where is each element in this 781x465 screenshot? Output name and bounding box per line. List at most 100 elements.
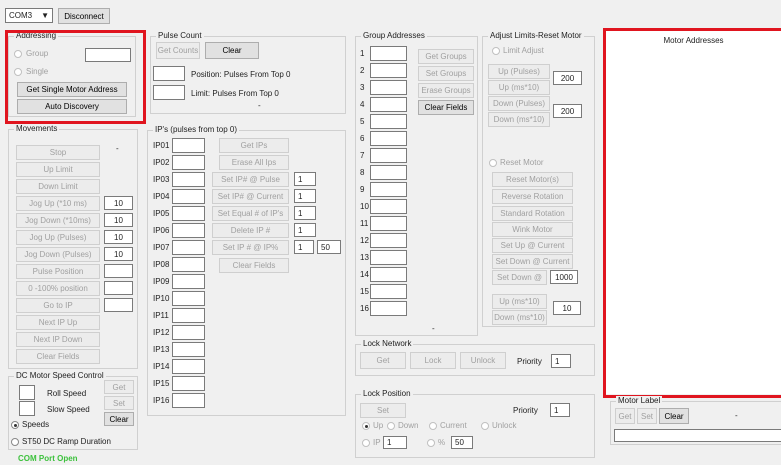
set-equal-ips-field[interactable]: 1 <box>294 206 316 220</box>
group-address-field[interactable] <box>370 63 407 78</box>
set-equal-ips-button[interactable]: Set Equal # of IP's <box>212 206 289 221</box>
group-address-field[interactable] <box>370 267 407 282</box>
ip-field[interactable] <box>172 393 205 408</box>
dc-clear-button[interactable]: Clear <box>104 412 134 426</box>
motor-label-get-button[interactable]: Get <box>615 408 635 424</box>
set-up-current-button[interactable]: Set Up @ Current <box>492 238 573 253</box>
pulse-count-clear-button[interactable]: Clear <box>205 42 259 59</box>
ip-field[interactable] <box>172 172 205 187</box>
go-to-ip-field[interactable] <box>104 298 133 312</box>
down-limit-field[interactable]: 200 <box>553 104 582 118</box>
lock-network-priority-field[interactable]: 1 <box>551 354 571 368</box>
ip-field[interactable] <box>172 240 205 255</box>
slow-speed-field[interactable] <box>19 401 35 416</box>
go-to-ip-button[interactable]: Go to IP <box>16 298 100 313</box>
group-address-field[interactable] <box>370 233 407 248</box>
ramp-duration-radio[interactable] <box>11 438 19 446</box>
lock-current-radio[interactable] <box>429 422 437 430</box>
group-address-field[interactable] <box>370 182 407 197</box>
limit-field[interactable] <box>153 85 185 100</box>
group-address-field[interactable] <box>370 216 407 231</box>
lock-pct-field[interactable]: 50 <box>451 436 473 449</box>
group-address-field[interactable] <box>370 114 407 129</box>
ip-field[interactable] <box>172 223 205 238</box>
up-limit-field[interactable]: 200 <box>553 71 582 85</box>
unlock-button[interactable]: Unlock <box>460 352 506 369</box>
set-ip-at-pct-field-1[interactable]: 1 <box>294 240 314 254</box>
down-limit-button[interactable]: Down Limit <box>16 179 100 194</box>
jog-down-pulses-field[interactable]: 10 <box>104 247 133 261</box>
set-down-current-button[interactable]: Set Down @ Current <box>492 254 573 269</box>
movements-clear-fields-button[interactable]: Clear Fields <box>16 349 100 364</box>
get-groups-button[interactable]: Get Groups <box>418 49 474 64</box>
group-address-field[interactable] <box>370 148 407 163</box>
ip-field[interactable] <box>172 138 205 153</box>
set-ip-at-pulse-button[interactable]: Set IP# @ Pulse <box>212 172 289 187</box>
get-ips-button[interactable]: Get IPs <box>219 138 289 153</box>
lock-up-radio[interactable] <box>362 422 370 430</box>
erase-all-ips-button[interactable]: Erase All Ips <box>219 155 289 170</box>
motor-label-field[interactable] <box>614 429 781 442</box>
ips-clear-fields-button[interactable]: Clear Fields <box>219 258 289 273</box>
group-address-field[interactable] <box>370 250 407 265</box>
get-counts-button[interactable]: Get Counts <box>156 42 200 59</box>
set-ip-at-current-field[interactable]: 1 <box>294 189 316 203</box>
group-address-field[interactable] <box>370 301 407 316</box>
speeds-radio[interactable] <box>11 421 19 429</box>
lock-button[interactable]: Lock <box>410 352 456 369</box>
set-down-at-button[interactable]: Set Down @ <box>492 270 547 285</box>
motor-label-set-button[interactable]: Set <box>637 408 657 424</box>
up-limit-button[interactable]: Up Limit <box>16 162 100 177</box>
dc-set-button[interactable]: Set <box>104 396 134 410</box>
set-ip-at-pct-button[interactable]: Set IP # @ IP% <box>212 240 289 255</box>
ip-field[interactable] <box>172 155 205 170</box>
group-address-field[interactable] <box>370 131 407 146</box>
stop-button[interactable]: Stop <box>16 145 100 160</box>
percent-position-field[interactable] <box>104 281 133 295</box>
standard-rotation-button[interactable]: Standard Rotation <box>492 206 573 221</box>
set-ip-at-current-button[interactable]: Set IP# @ Current <box>212 189 289 204</box>
com-port-select[interactable]: COM3 ▼ <box>5 8 53 23</box>
ip-field[interactable] <box>172 325 205 340</box>
down-ms-button[interactable]: Down (ms*10) <box>488 112 550 127</box>
set-ip-at-pct-field-2[interactable]: 50 <box>317 240 341 254</box>
wink-motor-button[interactable]: Wink Motor <box>492 222 573 237</box>
disconnect-button[interactable]: Disconnect <box>58 8 110 24</box>
up-ms-button[interactable]: Up (ms*10) <box>488 80 550 95</box>
lock-ip-field[interactable]: 1 <box>383 436 407 449</box>
set-ip-at-pulse-field[interactable]: 1 <box>294 172 316 186</box>
up-ms-2-button[interactable]: Up (ms*10) <box>492 294 547 309</box>
next-ip-down-button[interactable]: Next IP Down <box>16 332 100 347</box>
dc-get-button[interactable]: Get <box>104 380 134 394</box>
lock-ip-radio[interactable] <box>362 439 370 447</box>
set-down-at-field[interactable]: 1000 <box>550 270 578 284</box>
group-address-field[interactable] <box>370 165 407 180</box>
reset-motor-radio[interactable] <box>489 159 497 167</box>
erase-groups-button[interactable]: Erase Groups <box>418 83 474 98</box>
group-address-field[interactable] <box>370 80 407 95</box>
jog-down-ms-button[interactable]: Jog Down (*10ms) <box>16 213 100 228</box>
set-groups-button[interactable]: Set Groups <box>418 66 474 81</box>
lock-unlock-radio[interactable] <box>481 422 489 430</box>
jog-up-ms-field[interactable]: 10 <box>104 196 133 210</box>
jog-up-ms-button[interactable]: Jog Up (*10 ms) <box>16 196 100 211</box>
group-address-field[interactable] <box>370 46 407 61</box>
jog-down-pulses-button[interactable]: Jog Down (Pulses) <box>16 247 100 262</box>
jog-down-ms-field[interactable]: 10 <box>104 213 133 227</box>
down-ms-2-button[interactable]: Down (ms*10) <box>492 310 547 325</box>
group-address-field[interactable] <box>370 199 407 214</box>
lock-pct-radio[interactable] <box>427 439 435 447</box>
lock-network-get-button[interactable]: Get <box>360 352 406 369</box>
limit-adjust-radio[interactable] <box>492 47 500 55</box>
ip-field[interactable] <box>172 291 205 306</box>
ip-field[interactable] <box>172 359 205 374</box>
lock-down-radio[interactable] <box>387 422 395 430</box>
group-clear-fields-button[interactable]: Clear Fields <box>418 100 474 115</box>
lock-position-set-button[interactable]: Set <box>360 403 406 418</box>
lock-position-priority-field[interactable]: 1 <box>550 403 570 417</box>
ip-field[interactable] <box>172 376 205 391</box>
position-field[interactable] <box>153 66 185 81</box>
ip-field[interactable] <box>172 342 205 357</box>
ip-field[interactable] <box>172 206 205 221</box>
up-pulses-button[interactable]: Up (Pulses) <box>488 64 550 79</box>
